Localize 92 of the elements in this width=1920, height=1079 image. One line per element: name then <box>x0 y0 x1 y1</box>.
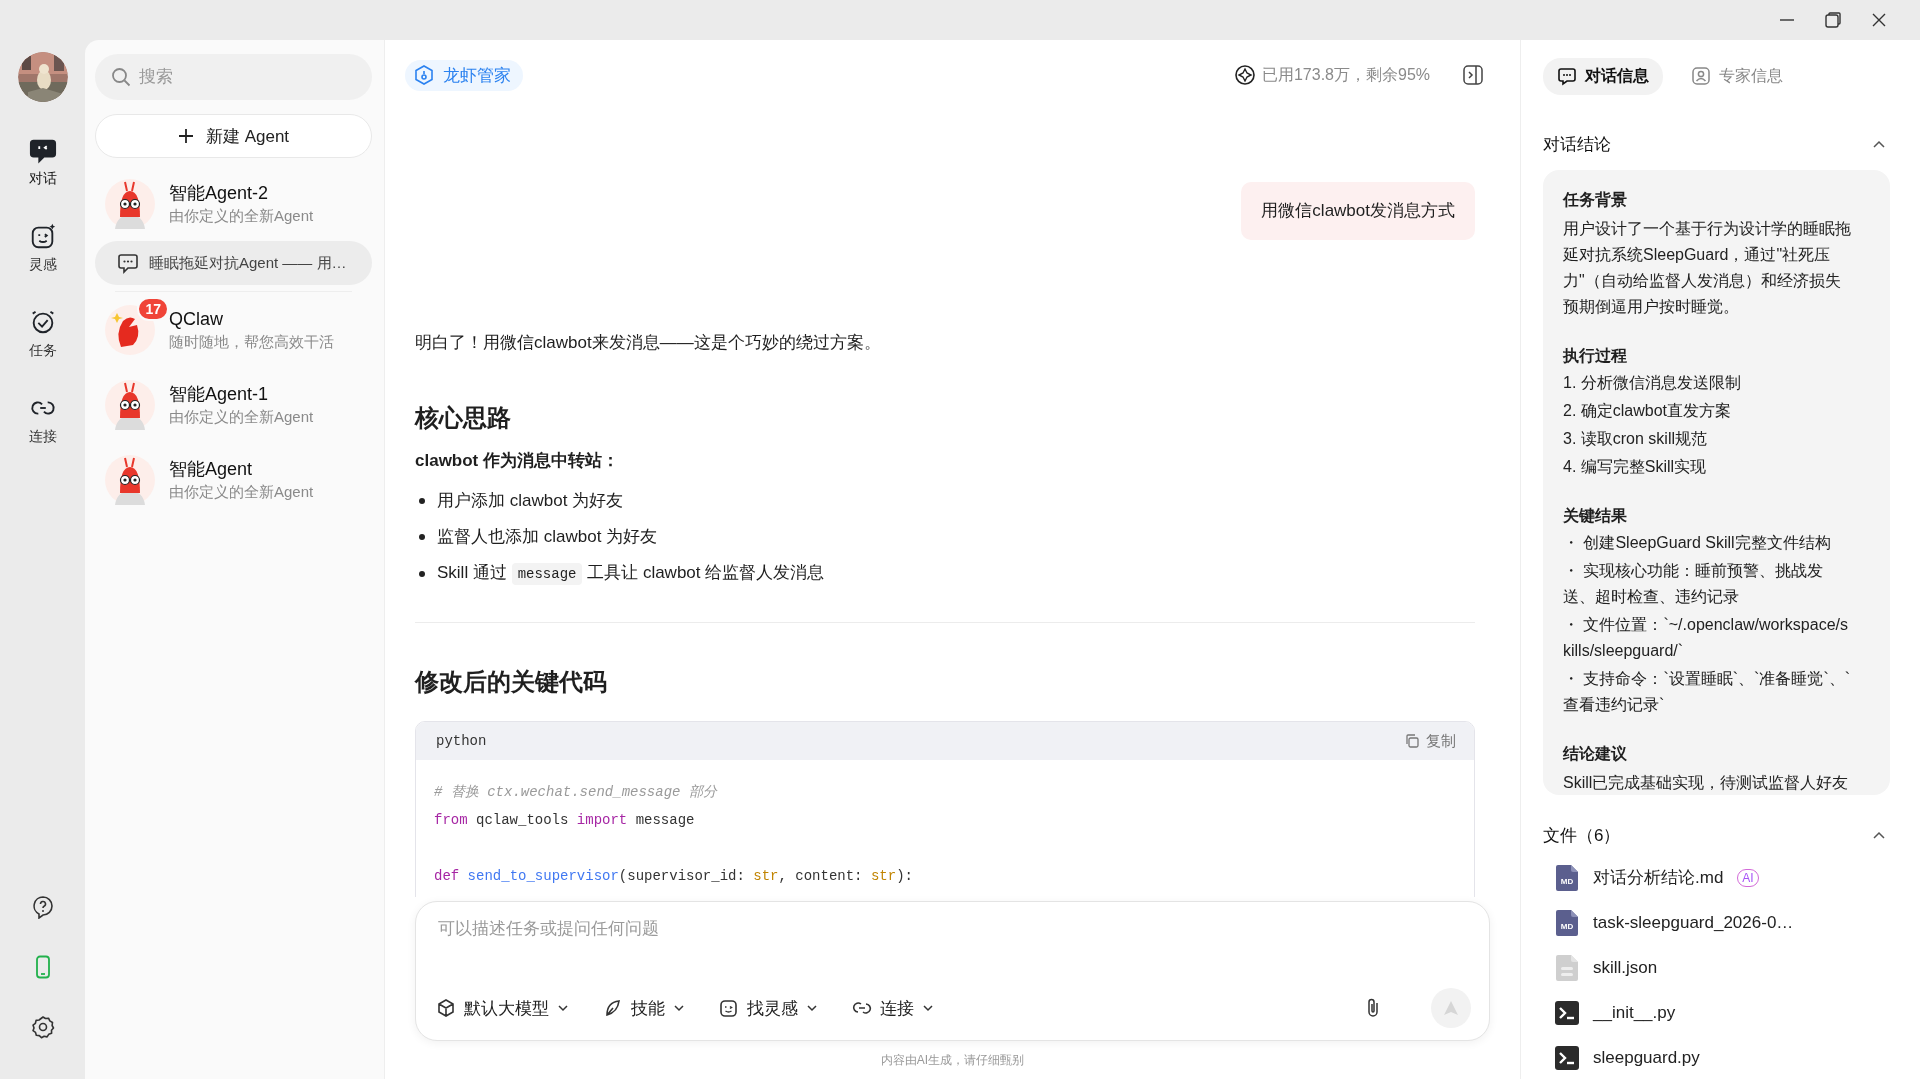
panel-tab[interactable]: 专家信息 <box>1677 57 1797 95</box>
agent-name[interactable]: 智能Agent-2 <box>169 180 314 205</box>
agent-description: 由你定义的全新Agent <box>169 481 314 502</box>
agent-description: 由你定义的全新Agent <box>169 406 314 427</box>
summary-item: ・ 实现核心功能：睡前预警、挑战发送、超时检查、违约记录 <box>1563 561 1825 607</box>
summary-heading: 任务背景 <box>1563 190 1628 210</box>
file-name[interactable]: task-sleepguard_2026-0… <box>1593 912 1794 933</box>
section-title: 对话结论 <box>1543 133 1611 156</box>
toolbar-dropdown[interactable]: 找灵感 <box>719 996 818 1020</box>
send-icon <box>1442 999 1460 1017</box>
settings-icon[interactable] <box>30 1015 55 1039</box>
search-field[interactable]: 搜索 <box>95 54 372 100</box>
summary-item: ・ 支持命令：`设置睡眠`、`准备睡觉`、`查看违约记录` <box>1563 669 1852 715</box>
summary-item: 4. 编写完整Skill实现 <box>1563 457 1708 477</box>
message-input[interactable]: 可以描述任务或提问任何问题 默认大模型 技能 找灵感 连接 <box>415 901 1490 1041</box>
code-line: def send_to_supervisor(supervisor_id: str, content: str): <box>434 867 914 886</box>
bullet-dot <box>419 570 425 577</box>
unread-badge: 17 <box>137 296 169 321</box>
agent-name[interactable]: 智能Agent <box>169 456 314 481</box>
agent-name[interactable]: 智能Agent-1 <box>169 381 314 406</box>
markdown-file-icon: MD <box>1555 909 1579 936</box>
summary-item: 3. 读取cron skill规范 <box>1563 429 1709 449</box>
token-icon <box>1233 64 1256 86</box>
close-icon[interactable] <box>1870 11 1888 29</box>
restore-icon[interactable] <box>1824 11 1842 29</box>
lobster-icon <box>105 454 155 505</box>
chat-bubble-icon <box>117 252 139 274</box>
summary-heading: 执行过程 <box>1563 346 1628 366</box>
toolbar-dropdown[interactable]: 默认大模型 <box>436 996 569 1020</box>
nav-item[interactable]: 灵感 <box>28 222 57 274</box>
summary-text: 用户设计了一个基于行为设计学的睡眠拖延对抗系统SleepGuard，通过"社死压力"（自动给监督人发消息）和经济损失预期倒逼用户按时睡觉。 <box>1563 219 1852 317</box>
help-icon[interactable] <box>30 895 55 919</box>
chevron-down-icon <box>806 1002 818 1014</box>
search-icon <box>111 67 131 87</box>
chevron-down-icon <box>673 1002 685 1014</box>
smile-icon <box>719 998 739 1018</box>
lobster-icon <box>105 379 155 430</box>
summary-heading: 关键结果 <box>1563 506 1628 526</box>
agent-description: 由你定义的全新Agent <box>169 205 314 226</box>
bullet-text: 用户添加 clawbot 为好友 <box>437 490 624 512</box>
bullet-dot <box>419 498 425 504</box>
summary-item: 2. 确定clawbot直发方案 <box>1563 401 1733 421</box>
user-message: 用微信clawbot发消息方式 <box>1241 182 1475 240</box>
chevron-down-icon <box>557 1002 569 1014</box>
nav-item[interactable]: 对话 <box>28 136 57 188</box>
file-name[interactable]: 对话分析结论.md <box>1593 866 1724 889</box>
section-title: 文件（6） <box>1543 824 1621 847</box>
file-name[interactable]: sleepguard.py <box>1593 1047 1700 1068</box>
code-line: # 替换 ctx.wechat.send_message 部分 <box>434 783 719 802</box>
panel-tab[interactable]: 对话信息 <box>1543 57 1663 95</box>
conversation-item[interactable]: 睡眠拖延对抗Agent —— 用… <box>95 241 372 285</box>
agent-name[interactable]: QClaw <box>169 306 334 331</box>
new-agent-button[interactable]: 新建 Agent <box>95 114 372 158</box>
agent-description: 随时随地，帮您高效干活 <box>169 331 334 352</box>
leaf-icon <box>603 998 623 1018</box>
file-name[interactable]: __init__.py <box>1593 1002 1676 1023</box>
agent-tag[interactable]: 龙虾管家 <box>405 59 523 91</box>
copy-button[interactable]: 复制 <box>1404 731 1456 751</box>
hexagon-icon <box>413 64 435 86</box>
disclaimer-text: 内容由AI生成，请仔细甄别 <box>879 1051 1026 1069</box>
summary-heading: 结论建议 <box>1563 744 1628 764</box>
answer-heading: 核心思路 <box>415 403 512 433</box>
bullet-text: 监督人也添加 clawbot 为好友 <box>437 526 658 548</box>
file-name[interactable]: skill.json <box>1593 957 1658 978</box>
summary-text: Skill已完成基础实现，待测试监督人好友 <box>1563 773 1850 793</box>
markdown-file-icon: MD <box>1555 864 1579 891</box>
code-language: python <box>436 733 487 749</box>
answer-text: 明白了！用微信clawbot来发消息——这是个巧妙的绕过方案。 <box>415 332 882 354</box>
document-icon <box>1555 954 1579 981</box>
answer-subheading: clawbot 作为消息中转站： <box>415 450 620 472</box>
bullet-text: Skill 通过 message 工具让 clawbot 给监督人发消息 <box>437 561 825 586</box>
plus-icon <box>177 128 194 144</box>
summary-item: 1. 分析微信消息发送限制 <box>1563 373 1742 393</box>
summary-item: ・ 创建SleepGuard Skill完整文件结构 <box>1563 533 1832 553</box>
summary-item: ・ 文件位置：`~/.openclaw/workspace/skills/sleepguard/` <box>1563 615 1849 661</box>
chat-bubble-icon <box>1557 66 1577 86</box>
usage-text: 已用173.8万，剩余95% <box>1261 64 1430 85</box>
copy-icon <box>1404 733 1420 749</box>
bullet-dot <box>419 534 425 540</box>
user-icon <box>1691 66 1711 86</box>
sidebar-toggle-icon[interactable] <box>1462 64 1484 86</box>
toolbar-dropdown[interactable]: 技能 <box>603 996 685 1020</box>
chevron-down-icon <box>922 1002 934 1014</box>
terminal-icon <box>1555 999 1579 1026</box>
nav-item[interactable]: 连接 <box>28 394 57 446</box>
toolbar-dropdown[interactable]: 连接 <box>852 996 934 1020</box>
code-line: from qclaw_tools import message <box>434 811 696 830</box>
terminal-icon <box>1555 1044 1579 1071</box>
answer-heading: 修改后的关键代码 <box>415 667 608 697</box>
cube-icon <box>436 998 456 1018</box>
nav-item[interactable]: 任务 <box>28 308 57 360</box>
lobster-icon <box>105 178 155 229</box>
